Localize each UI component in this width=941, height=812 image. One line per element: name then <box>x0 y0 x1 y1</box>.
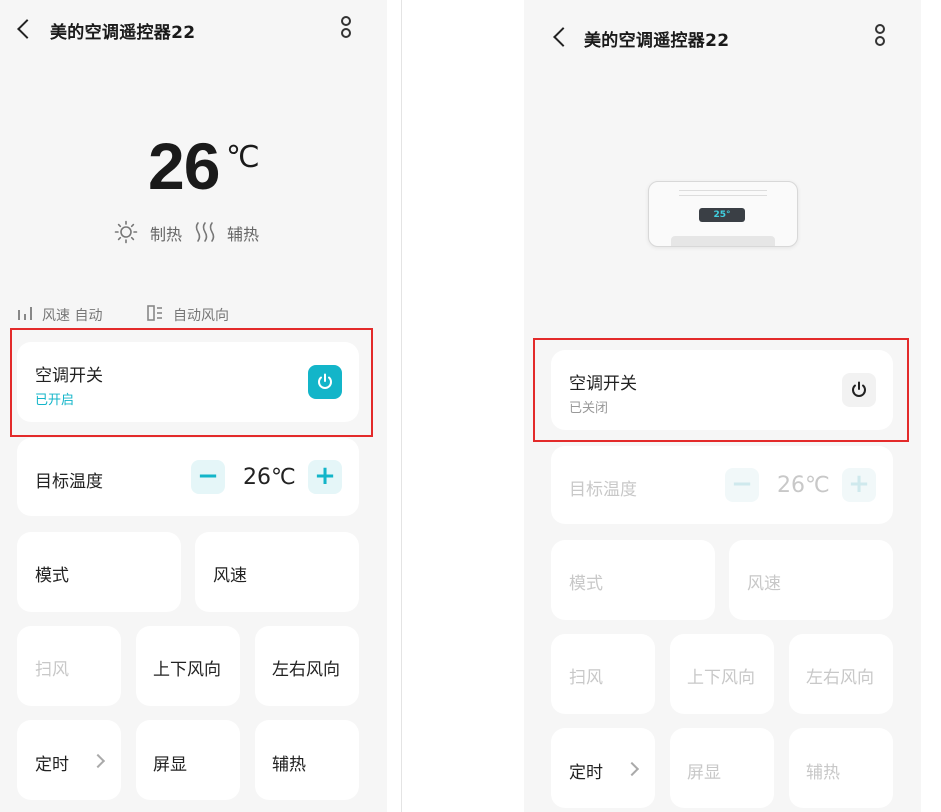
fan-speed-button[interactable]: 风速 <box>729 540 893 620</box>
aux-heat-button[interactable]: 辅热 <box>255 720 359 800</box>
chevron-right-icon <box>90 753 106 769</box>
more-options-icon[interactable] <box>340 16 352 40</box>
timer-button[interactable]: 定时 <box>17 720 121 800</box>
aux-heat-label: 辅热 <box>227 225 260 244</box>
wind-direction-info: 自动风向 <box>173 308 229 324</box>
mode-button[interactable]: 模式 <box>551 540 715 620</box>
decrease-temperature-button[interactable]: − <box>725 468 759 502</box>
aux-heat-button-label: 辅热 <box>272 755 306 775</box>
mode-button[interactable]: 模式 <box>17 532 181 612</box>
timer-button[interactable]: 定时 <box>551 728 655 808</box>
display-button-label: 屏显 <box>153 755 187 775</box>
wind-direction-icon <box>147 305 162 321</box>
temperature-unit: ℃ <box>226 140 260 175</box>
page-title: 美的空调遥控器22 <box>584 31 730 51</box>
air-conditioner-illustration: 25° <box>648 181 798 247</box>
left-screen: 美的空调遥控器22 26 ℃ 制热 辅热 风速 自动 自动风向 空调开关 已开启… <box>0 0 387 812</box>
horizontal-swing-button[interactable]: 左右风向 <box>255 626 359 706</box>
fan-speed-info: 风速 自动 <box>42 308 103 324</box>
vertical-swing-label: 上下风向 <box>687 668 755 688</box>
highlight-box <box>533 338 909 442</box>
display-button[interactable]: 屏显 <box>136 720 240 800</box>
target-temperature-value: 26℃ <box>243 465 296 490</box>
timer-button-label: 定时 <box>35 755 69 775</box>
decrease-temperature-button[interactable]: − <box>191 460 225 494</box>
aux-heat-button-label: 辅热 <box>806 763 840 783</box>
mode-button-label: 模式 <box>35 566 69 586</box>
swing-button-label: 扫风 <box>35 660 69 680</box>
fan-speed-button-label: 风速 <box>213 566 247 586</box>
display-button[interactable]: 屏显 <box>670 728 774 808</box>
page-title: 美的空调遥控器22 <box>50 23 196 43</box>
back-arrow-icon[interactable] <box>17 19 37 39</box>
ac-grill <box>679 190 767 191</box>
mode-status-row: 制热 辅热 <box>114 220 284 244</box>
fan-speed-icon <box>18 307 32 320</box>
horizontal-swing-label: 左右风向 <box>272 660 340 680</box>
target-temperature-label: 目标温度 <box>35 472 103 492</box>
info-row: 风速 自动 自动风向 <box>17 303 277 325</box>
vertical-swing-button[interactable]: 上下风向 <box>136 626 240 706</box>
fan-speed-button-label: 风速 <box>747 574 781 594</box>
current-temperature: 26 <box>148 129 220 203</box>
more-options-icon[interactable] <box>874 24 886 48</box>
display-button-label: 屏显 <box>687 763 721 783</box>
vertical-swing-label: 上下风向 <box>153 660 221 680</box>
increase-temperature-button[interactable]: + <box>308 460 342 494</box>
sun-icon <box>114 220 138 244</box>
ac-display: 25° <box>699 208 745 222</box>
divider <box>401 0 402 812</box>
aux-heat-button[interactable]: 辅热 <box>789 728 893 808</box>
target-temperature-value: 26℃ <box>777 473 830 498</box>
horizontal-swing-button[interactable]: 左右风向 <box>789 634 893 714</box>
heat-waves-icon <box>195 222 215 242</box>
increase-temperature-button[interactable]: + <box>842 468 876 502</box>
ac-vent <box>671 236 775 246</box>
vertical-swing-button[interactable]: 上下风向 <box>670 634 774 714</box>
mode-button-label: 模式 <box>569 574 603 594</box>
timer-button-label: 定时 <box>569 763 603 783</box>
target-temperature-card: 目标温度 − 26℃ + <box>551 446 893 524</box>
highlight-box <box>10 328 373 437</box>
chevron-right-icon <box>624 761 640 777</box>
right-screen: 美的空调遥控器22 25° 空调开关 已关闭 目标温度 − 26℃ + 模式 风… <box>524 0 921 812</box>
horizontal-swing-label: 左右风向 <box>806 668 874 688</box>
mode-label: 制热 <box>150 225 183 244</box>
header: 美的空调遥控器22 <box>0 0 387 56</box>
target-temperature-card: 目标温度 − 26℃ + <box>17 438 359 516</box>
target-temperature-label: 目标温度 <box>569 480 637 500</box>
header: 美的空调遥控器22 <box>524 8 921 64</box>
ac-grill <box>679 195 767 196</box>
back-arrow-icon[interactable] <box>553 27 573 47</box>
swing-button[interactable]: 扫风 <box>551 634 655 714</box>
fan-speed-button[interactable]: 风速 <box>195 532 359 612</box>
swing-button-label: 扫风 <box>569 668 603 688</box>
swing-button[interactable]: 扫风 <box>17 626 121 706</box>
